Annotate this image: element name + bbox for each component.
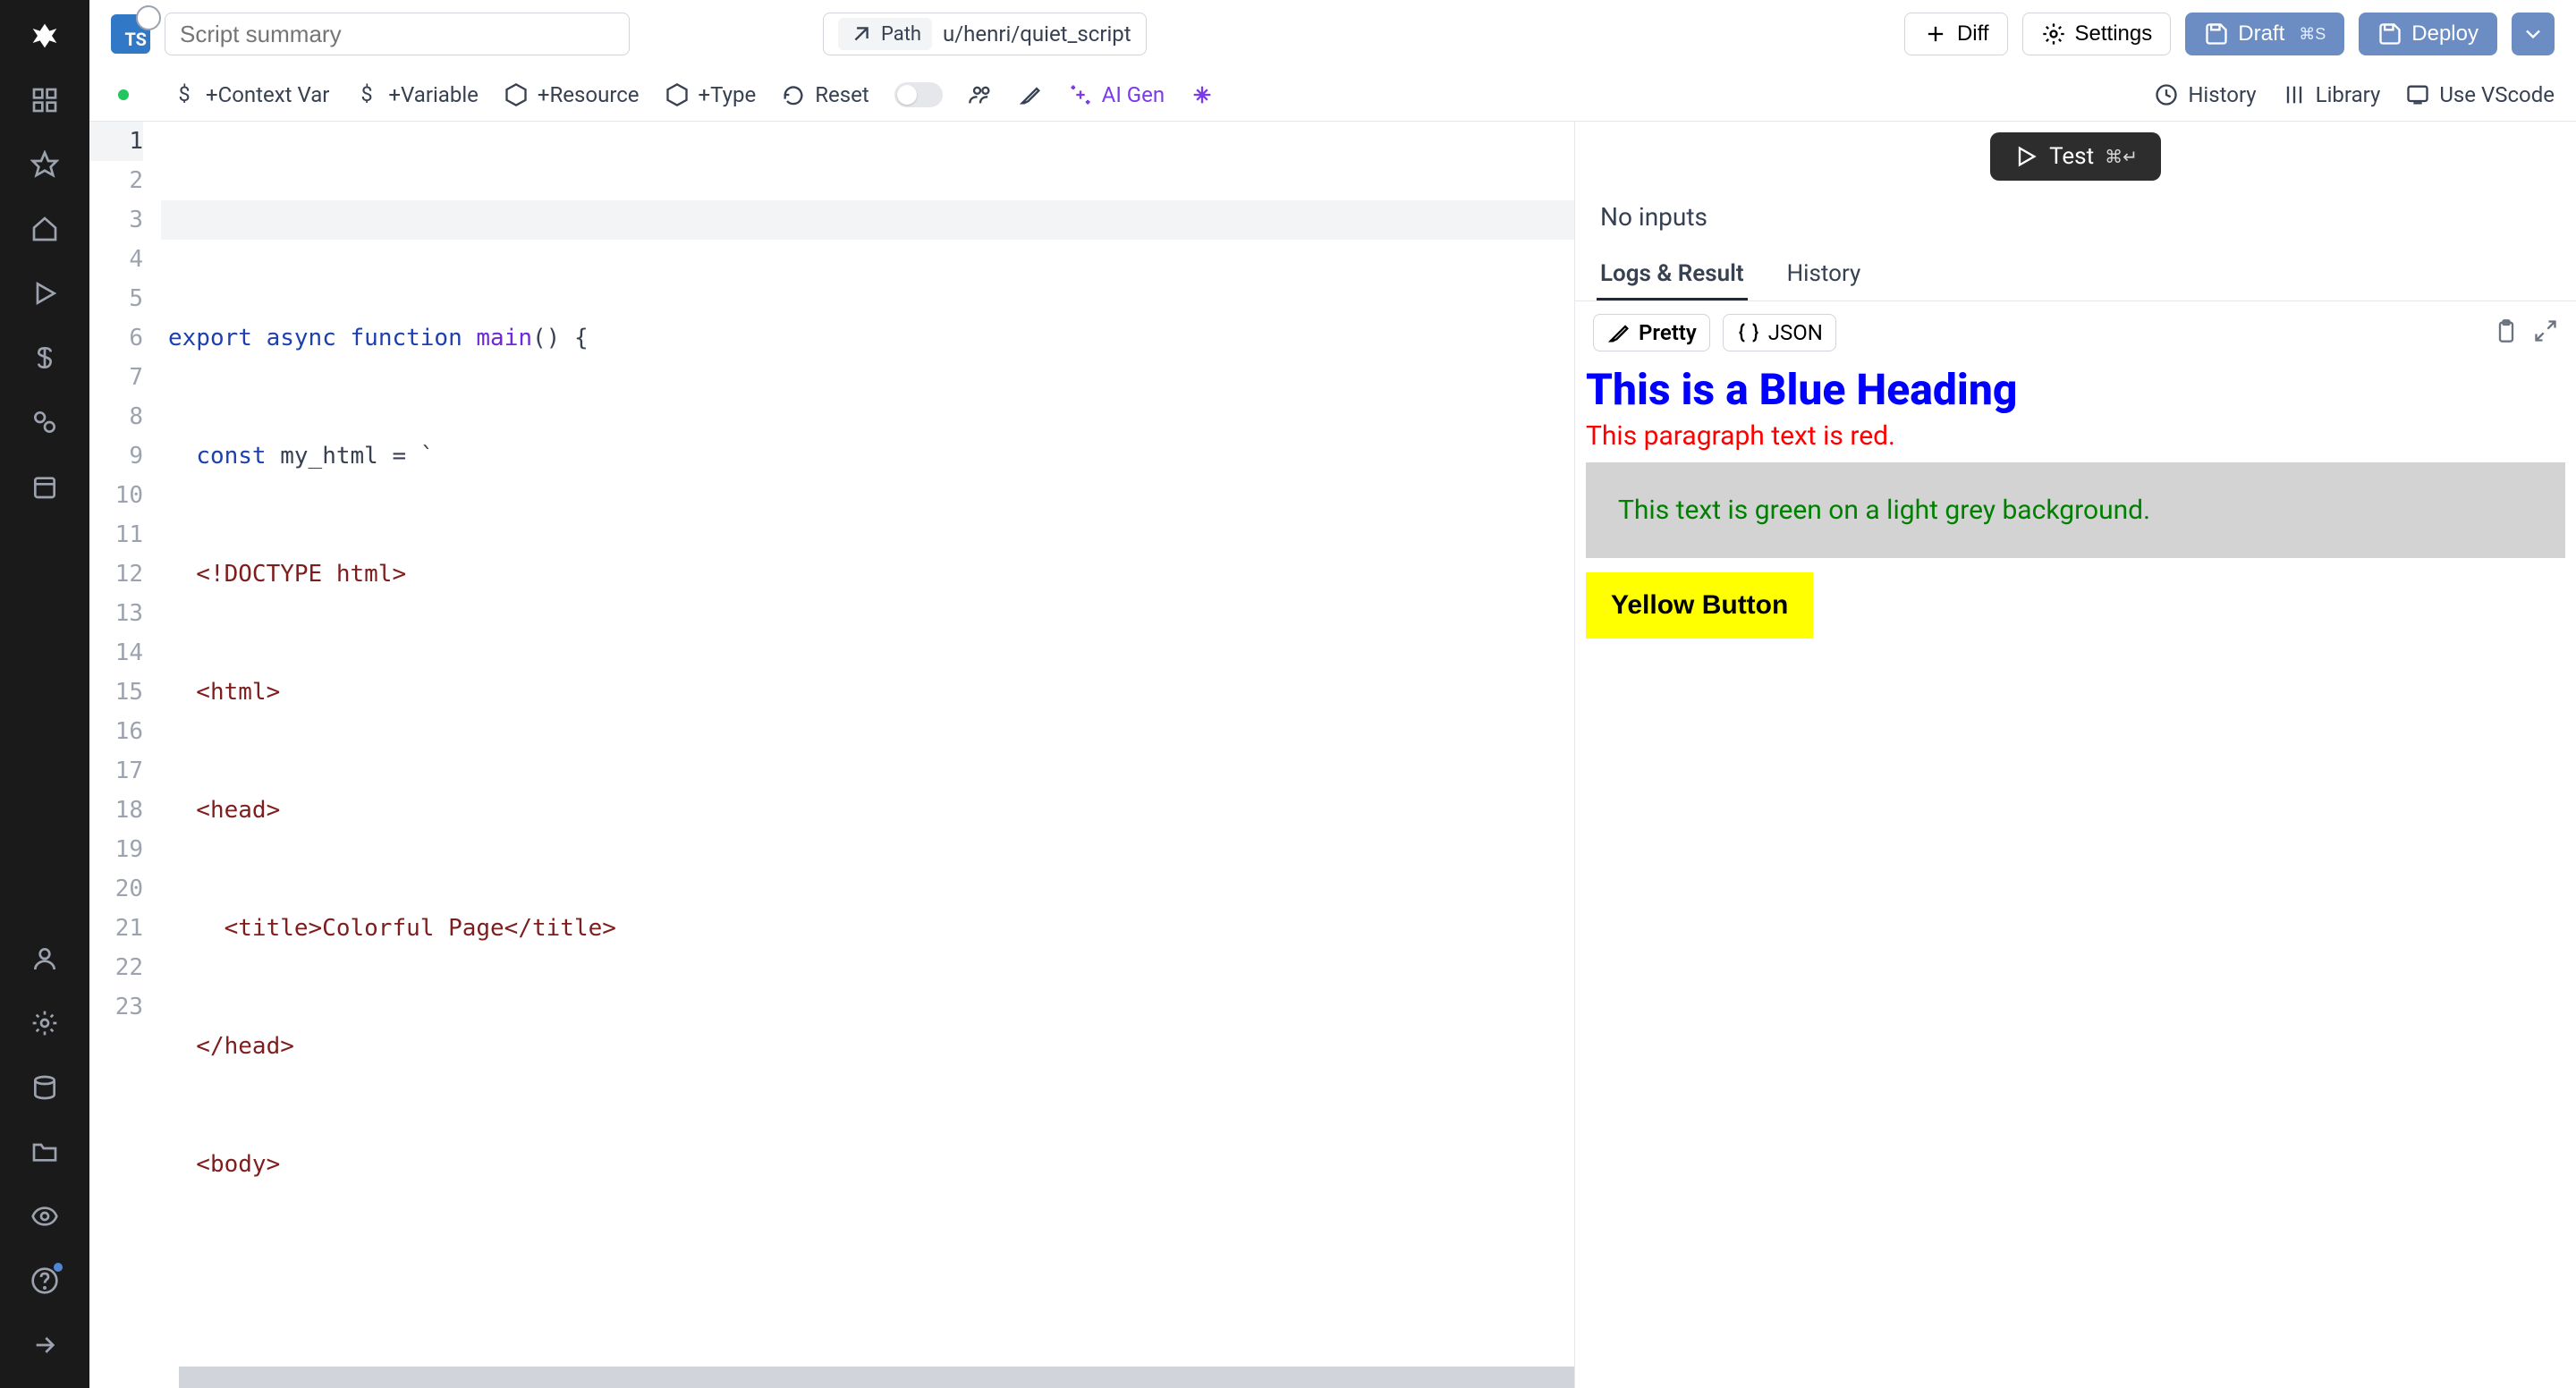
json-toggle[interactable]: JSON [1723, 314, 1836, 351]
use-vscode-button[interactable]: Use VScode [2405, 82, 2555, 107]
result-preview: This is a Blue Heading This paragraph te… [1575, 364, 2576, 639]
deploy-dropdown[interactable] [2512, 13, 2555, 55]
path-box[interactable]: Path u/henri/quiet_script [823, 13, 1147, 55]
nav-user-icon[interactable] [23, 937, 66, 980]
nav-play-icon[interactable] [23, 272, 66, 315]
preview-red-paragraph: This paragraph text is red. [1586, 420, 2565, 452]
settings-button[interactable]: Settings [2022, 13, 2172, 55]
preview-green-paragraph: This text is green on a light grey backg… [1618, 495, 2533, 526]
nav-help-icon[interactable] [23, 1259, 66, 1302]
clipboard-icon[interactable] [2494, 318, 2519, 347]
preview-yellow-button[interactable]: Yellow Button [1586, 572, 1813, 639]
nav-storage-icon[interactable] [23, 1066, 66, 1109]
nav-folder-icon[interactable] [23, 1130, 66, 1173]
draft-button[interactable]: Draft ⌘S [2185, 13, 2344, 55]
reset-button[interactable]: Reset [781, 82, 869, 107]
nav-settings-icon[interactable] [23, 1002, 66, 1045]
no-inputs-label: No inputs [1575, 191, 2576, 250]
users-icon[interactable] [968, 82, 993, 107]
diff-button[interactable]: Diff [1904, 13, 2008, 55]
status-dot-icon [118, 89, 129, 100]
brush-icon[interactable] [1018, 82, 1043, 107]
test-button[interactable]: Test ⌘↵ [1990, 132, 2161, 181]
nav-gears-icon[interactable] [23, 401, 66, 444]
tab-history[interactable]: History [1784, 250, 1865, 300]
nav-grid-icon[interactable] [23, 79, 66, 122]
add-context-var-button[interactable]: $ +Context Var [172, 82, 329, 107]
nav-eye-icon[interactable] [23, 1195, 66, 1238]
deploy-button[interactable]: Deploy [2359, 13, 2497, 55]
path-label: Path [838, 18, 932, 50]
result-tabs: Logs & Result History [1575, 250, 2576, 301]
ai-gen-button[interactable]: AI Gen [1068, 82, 1165, 107]
right-panel: Test ⌘↵ No inputs Logs & Result History … [1574, 122, 2576, 1388]
code-content[interactable]: export async function main() { const my_… [161, 122, 1574, 1388]
svg-text:$: $ [361, 82, 373, 106]
nav-collapse-icon[interactable] [23, 1324, 66, 1367]
svg-text:$: $ [178, 82, 190, 106]
horizontal-scrollbar[interactable] [179, 1367, 1574, 1388]
add-resource-button[interactable]: +Resource [504, 82, 640, 107]
main-area: TS Path u/henri/quiet_script Diff Settin… [89, 0, 2576, 1388]
sparkle-icon[interactable] [1190, 82, 1215, 107]
nav-home-icon[interactable] [23, 207, 66, 250]
library-button[interactable]: Library [2282, 82, 2381, 107]
nav-dollar-icon[interactable] [23, 336, 66, 379]
result-subtabs: Pretty JSON [1575, 301, 2576, 364]
split-pane: 1 2 3 4 5 6 7 8 9 10 11 12 13 14 15 16 1… [89, 122, 2576, 1388]
secondary-toolbar: $ +Context Var $ +Variable +Resource +Ty… [89, 68, 2576, 122]
line-gutter: 1 2 3 4 5 6 7 8 9 10 11 12 13 14 15 16 1… [89, 122, 161, 1388]
expand-icon[interactable] [2533, 318, 2558, 347]
nav-star-icon[interactable] [23, 143, 66, 186]
logo-icon[interactable] [23, 14, 66, 57]
header-bar: TS Path u/henri/quiet_script Diff Settin… [89, 0, 2576, 68]
pretty-toggle[interactable]: Pretty [1593, 314, 1710, 351]
toggle-switch[interactable] [894, 82, 943, 107]
history-button[interactable]: History [2154, 82, 2256, 107]
code-editor[interactable]: 1 2 3 4 5 6 7 8 9 10 11 12 13 14 15 16 1… [89, 122, 1574, 1388]
add-type-button[interactable]: +Type [665, 82, 757, 107]
path-value: u/henri/quiet_script [943, 21, 1131, 47]
preview-grey-box: This text is green on a light grey backg… [1586, 462, 2565, 558]
script-summary-input[interactable] [165, 13, 630, 55]
preview-heading: This is a Blue Heading [1586, 364, 2565, 415]
add-variable-button[interactable]: $ +Variable [354, 82, 478, 107]
left-sidebar [0, 0, 89, 1388]
nav-calendar-icon[interactable] [23, 465, 66, 508]
tab-logs-result[interactable]: Logs & Result [1597, 250, 1748, 300]
language-badge[interactable]: TS [111, 14, 150, 54]
